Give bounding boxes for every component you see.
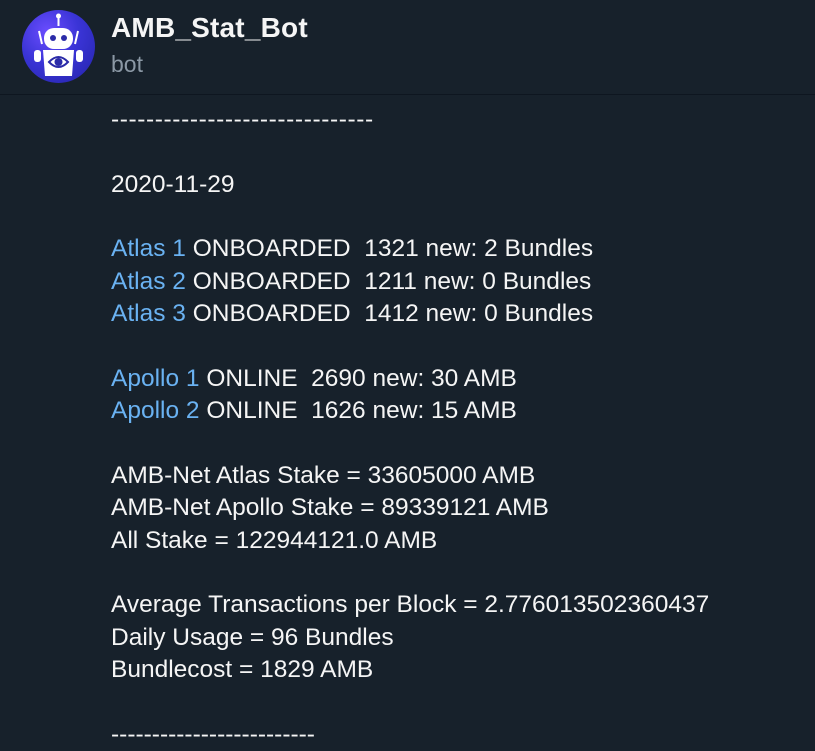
- apollo-link[interactable]: Apollo 1: [111, 365, 200, 392]
- apollo-stake: AMB-Net Apollo Stake = 89339121 AMB: [111, 492, 811, 525]
- blank-line: [111, 687, 811, 719]
- chat-title: AMB_Stat_Bot: [111, 12, 308, 44]
- robot-icon: [22, 10, 95, 83]
- blank-line: [111, 331, 811, 363]
- apollo-row: Apollo 2 ONLINE 1626 new: 15 AMB: [111, 395, 811, 428]
- blank-line: [111, 137, 811, 169]
- atlas-row: Atlas 3 ONBOARDED 1412 new: 0 Bundles: [111, 298, 811, 331]
- report-date: 2020-11-29: [111, 169, 811, 202]
- atlas-status: ONBOARDED 1321 new: 2 Bundles: [186, 235, 593, 262]
- apollo-status: ONLINE 1626 new: 15 AMB: [200, 397, 517, 424]
- divider-line-bottom: -------------------------: [111, 719, 811, 751]
- atlas-status: ONBOARDED 1211 new: 0 Bundles: [186, 268, 591, 295]
- bot-avatar[interactable]: [22, 10, 95, 83]
- chat-status: bot: [111, 51, 143, 78]
- atlas-link[interactable]: Atlas 2: [111, 268, 186, 295]
- atlas-status: ONBOARDED 1412 new: 0 Bundles: [186, 300, 593, 327]
- blank-line: [111, 201, 811, 233]
- daily-usage: Daily Usage = 96 Bundles: [111, 622, 811, 655]
- apollo-row: Apollo 1 ONLINE 2690 new: 30 AMB: [111, 363, 811, 396]
- average-transactions: Average Transactions per Block = 2.77601…: [111, 589, 811, 622]
- bundle-cost: Bundlecost = 1829 AMB: [111, 654, 811, 687]
- atlas-row: Atlas 2 ONBOARDED 1211 new: 0 Bundles: [111, 266, 811, 299]
- atlas-link[interactable]: Atlas 1: [111, 235, 186, 262]
- atlas-stake: AMB-Net Atlas Stake = 33605000 AMB: [111, 460, 811, 493]
- atlas-row: Atlas 1 ONBOARDED 1321 new: 2 Bundles: [111, 233, 811, 266]
- all-stake: All Stake = 122944121.0 AMB: [111, 525, 811, 558]
- apollo-link[interactable]: Apollo 2: [111, 397, 200, 424]
- divider-line-top: ------------------------------: [111, 104, 811, 137]
- atlas-link[interactable]: Atlas 3: [111, 300, 186, 327]
- blank-line: [111, 557, 811, 589]
- blank-line: [111, 428, 811, 460]
- apollo-status: ONLINE 2690 new: 30 AMB: [200, 365, 517, 392]
- chat-header: AMB_Stat_Bot bot: [0, 0, 815, 95]
- message-body: ------------------------------ 2020-11-2…: [111, 104, 811, 751]
